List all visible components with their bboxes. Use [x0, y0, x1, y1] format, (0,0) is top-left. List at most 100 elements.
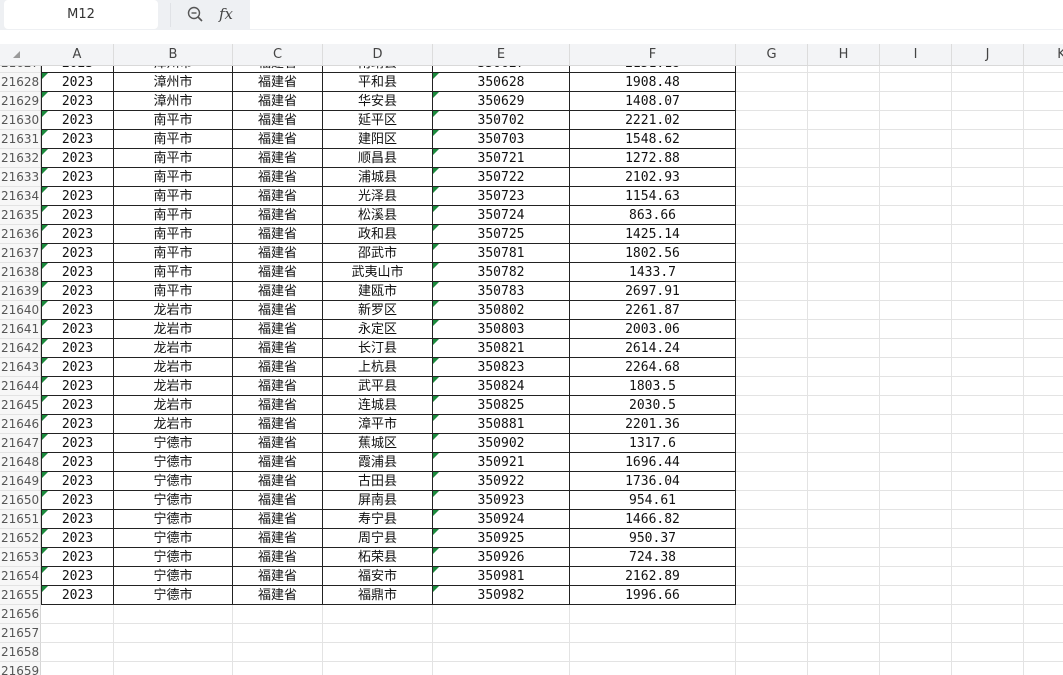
- cell-e[interactable]: [433, 605, 570, 624]
- cell-e[interactable]: 350724: [433, 206, 570, 225]
- cell-i[interactable]: [880, 282, 952, 301]
- cell-e[interactable]: 350802: [433, 301, 570, 320]
- cell-e[interactable]: 350825: [433, 396, 570, 415]
- cell-h[interactable]: [808, 434, 880, 453]
- cell-d[interactable]: 建瓯市: [323, 282, 433, 301]
- cell-b[interactable]: 漳州市: [114, 66, 233, 73]
- row-header[interactable]: 21640: [0, 301, 41, 320]
- cell-j[interactable]: [952, 510, 1024, 529]
- cell-k[interactable]: [1024, 605, 1063, 624]
- cell-f[interactable]: 1696.44: [570, 453, 736, 472]
- cell-e[interactable]: 350702: [433, 111, 570, 130]
- cell-a[interactable]: 2023: [41, 396, 114, 415]
- cell-c[interactable]: 福建省: [233, 491, 323, 510]
- cell-f[interactable]: 2162.89: [570, 567, 736, 586]
- cell-b[interactable]: 南平市: [114, 225, 233, 244]
- cell-g[interactable]: [736, 66, 808, 73]
- cell-c[interactable]: 福建省: [233, 301, 323, 320]
- cell-d[interactable]: 平和县: [323, 73, 433, 92]
- cell-j[interactable]: [952, 92, 1024, 111]
- cell-f[interactable]: [570, 605, 736, 624]
- cell-d[interactable]: 新罗区: [323, 301, 433, 320]
- cell-k[interactable]: [1024, 396, 1063, 415]
- cell-g[interactable]: [736, 396, 808, 415]
- cell-h[interactable]: [808, 377, 880, 396]
- cell-e[interactable]: 350782: [433, 263, 570, 282]
- cell-e[interactable]: 350725: [433, 225, 570, 244]
- cell-c[interactable]: 福建省: [233, 282, 323, 301]
- cell-i[interactable]: [880, 605, 952, 624]
- cell-c[interactable]: 福建省: [233, 225, 323, 244]
- cell-a[interactable]: 2023: [41, 225, 114, 244]
- row-header[interactable]: 21654: [0, 567, 41, 586]
- cell-i[interactable]: [880, 434, 952, 453]
- cell-f[interactable]: 1408.07: [570, 92, 736, 111]
- cell-f[interactable]: 1996.66: [570, 586, 736, 605]
- cell-e[interactable]: 350923: [433, 491, 570, 510]
- cell-f[interactable]: 1736.04: [570, 472, 736, 491]
- column-header-h[interactable]: H: [808, 44, 880, 65]
- cell-c[interactable]: [233, 662, 323, 675]
- cell-g[interactable]: [736, 472, 808, 491]
- row-header[interactable]: 21655: [0, 586, 41, 605]
- column-header-e[interactable]: E: [433, 44, 570, 65]
- column-header-j[interactable]: J: [952, 44, 1024, 65]
- cell-f[interactable]: 2261.87: [570, 301, 736, 320]
- cell-k[interactable]: [1024, 529, 1063, 548]
- cell-e[interactable]: [433, 662, 570, 675]
- cell-f[interactable]: 2201.36: [570, 415, 736, 434]
- cell-d[interactable]: [323, 643, 433, 662]
- cell-j[interactable]: [952, 301, 1024, 320]
- cell-d[interactable]: 南靖县: [323, 66, 433, 73]
- cell-a[interactable]: [41, 605, 114, 624]
- cell-c[interactable]: 福建省: [233, 66, 323, 73]
- cell-k[interactable]: [1024, 225, 1063, 244]
- cell-f[interactable]: 2003.06: [570, 320, 736, 339]
- cell-k[interactable]: [1024, 548, 1063, 567]
- cell-k[interactable]: [1024, 434, 1063, 453]
- row-header[interactable]: 21645: [0, 396, 41, 415]
- cell-b[interactable]: 龙岩市: [114, 358, 233, 377]
- cell-h[interactable]: [808, 73, 880, 92]
- cell-g[interactable]: [736, 130, 808, 149]
- cell-e[interactable]: 350803: [433, 320, 570, 339]
- cell-b[interactable]: 龙岩市: [114, 377, 233, 396]
- cell-c[interactable]: 福建省: [233, 567, 323, 586]
- cell-d[interactable]: 武夷山市: [323, 263, 433, 282]
- cell-k[interactable]: [1024, 377, 1063, 396]
- cell-e[interactable]: 350922: [433, 472, 570, 491]
- cell-i[interactable]: [880, 225, 952, 244]
- cell-g[interactable]: [736, 548, 808, 567]
- cell-e[interactable]: 350721: [433, 149, 570, 168]
- cell-c[interactable]: 福建省: [233, 206, 323, 225]
- cell-k[interactable]: [1024, 510, 1063, 529]
- function-fx-icon[interactable]: fx: [219, 4, 239, 24]
- column-header-b[interactable]: B: [114, 44, 233, 65]
- cell-d[interactable]: 长汀县: [323, 339, 433, 358]
- row-header[interactable]: 21658: [0, 643, 41, 662]
- cell-c[interactable]: 福建省: [233, 586, 323, 605]
- cell-c[interactable]: 福建省: [233, 92, 323, 111]
- cell-k[interactable]: [1024, 73, 1063, 92]
- cell-j[interactable]: [952, 586, 1024, 605]
- cell-g[interactable]: [736, 605, 808, 624]
- cell-d[interactable]: [323, 662, 433, 675]
- cell-g[interactable]: [736, 301, 808, 320]
- row-header[interactable]: 21659: [0, 662, 41, 675]
- row-header[interactable]: 21633: [0, 168, 41, 187]
- row-header[interactable]: 21628: [0, 73, 41, 92]
- cell-d[interactable]: 邵武市: [323, 244, 433, 263]
- column-header-d[interactable]: D: [323, 44, 433, 65]
- cell-g[interactable]: [736, 263, 808, 282]
- cell-d[interactable]: 柘荣县: [323, 548, 433, 567]
- cell-i[interactable]: [880, 624, 952, 643]
- cell-j[interactable]: [952, 263, 1024, 282]
- cell-j[interactable]: [952, 548, 1024, 567]
- cell-a[interactable]: 2023: [41, 415, 114, 434]
- cell-i[interactable]: [880, 396, 952, 415]
- cell-j[interactable]: [952, 66, 1024, 73]
- cell-a[interactable]: 2023: [41, 491, 114, 510]
- cell-j[interactable]: [952, 168, 1024, 187]
- row-header[interactable]: 21637: [0, 244, 41, 263]
- cell-j[interactable]: [952, 624, 1024, 643]
